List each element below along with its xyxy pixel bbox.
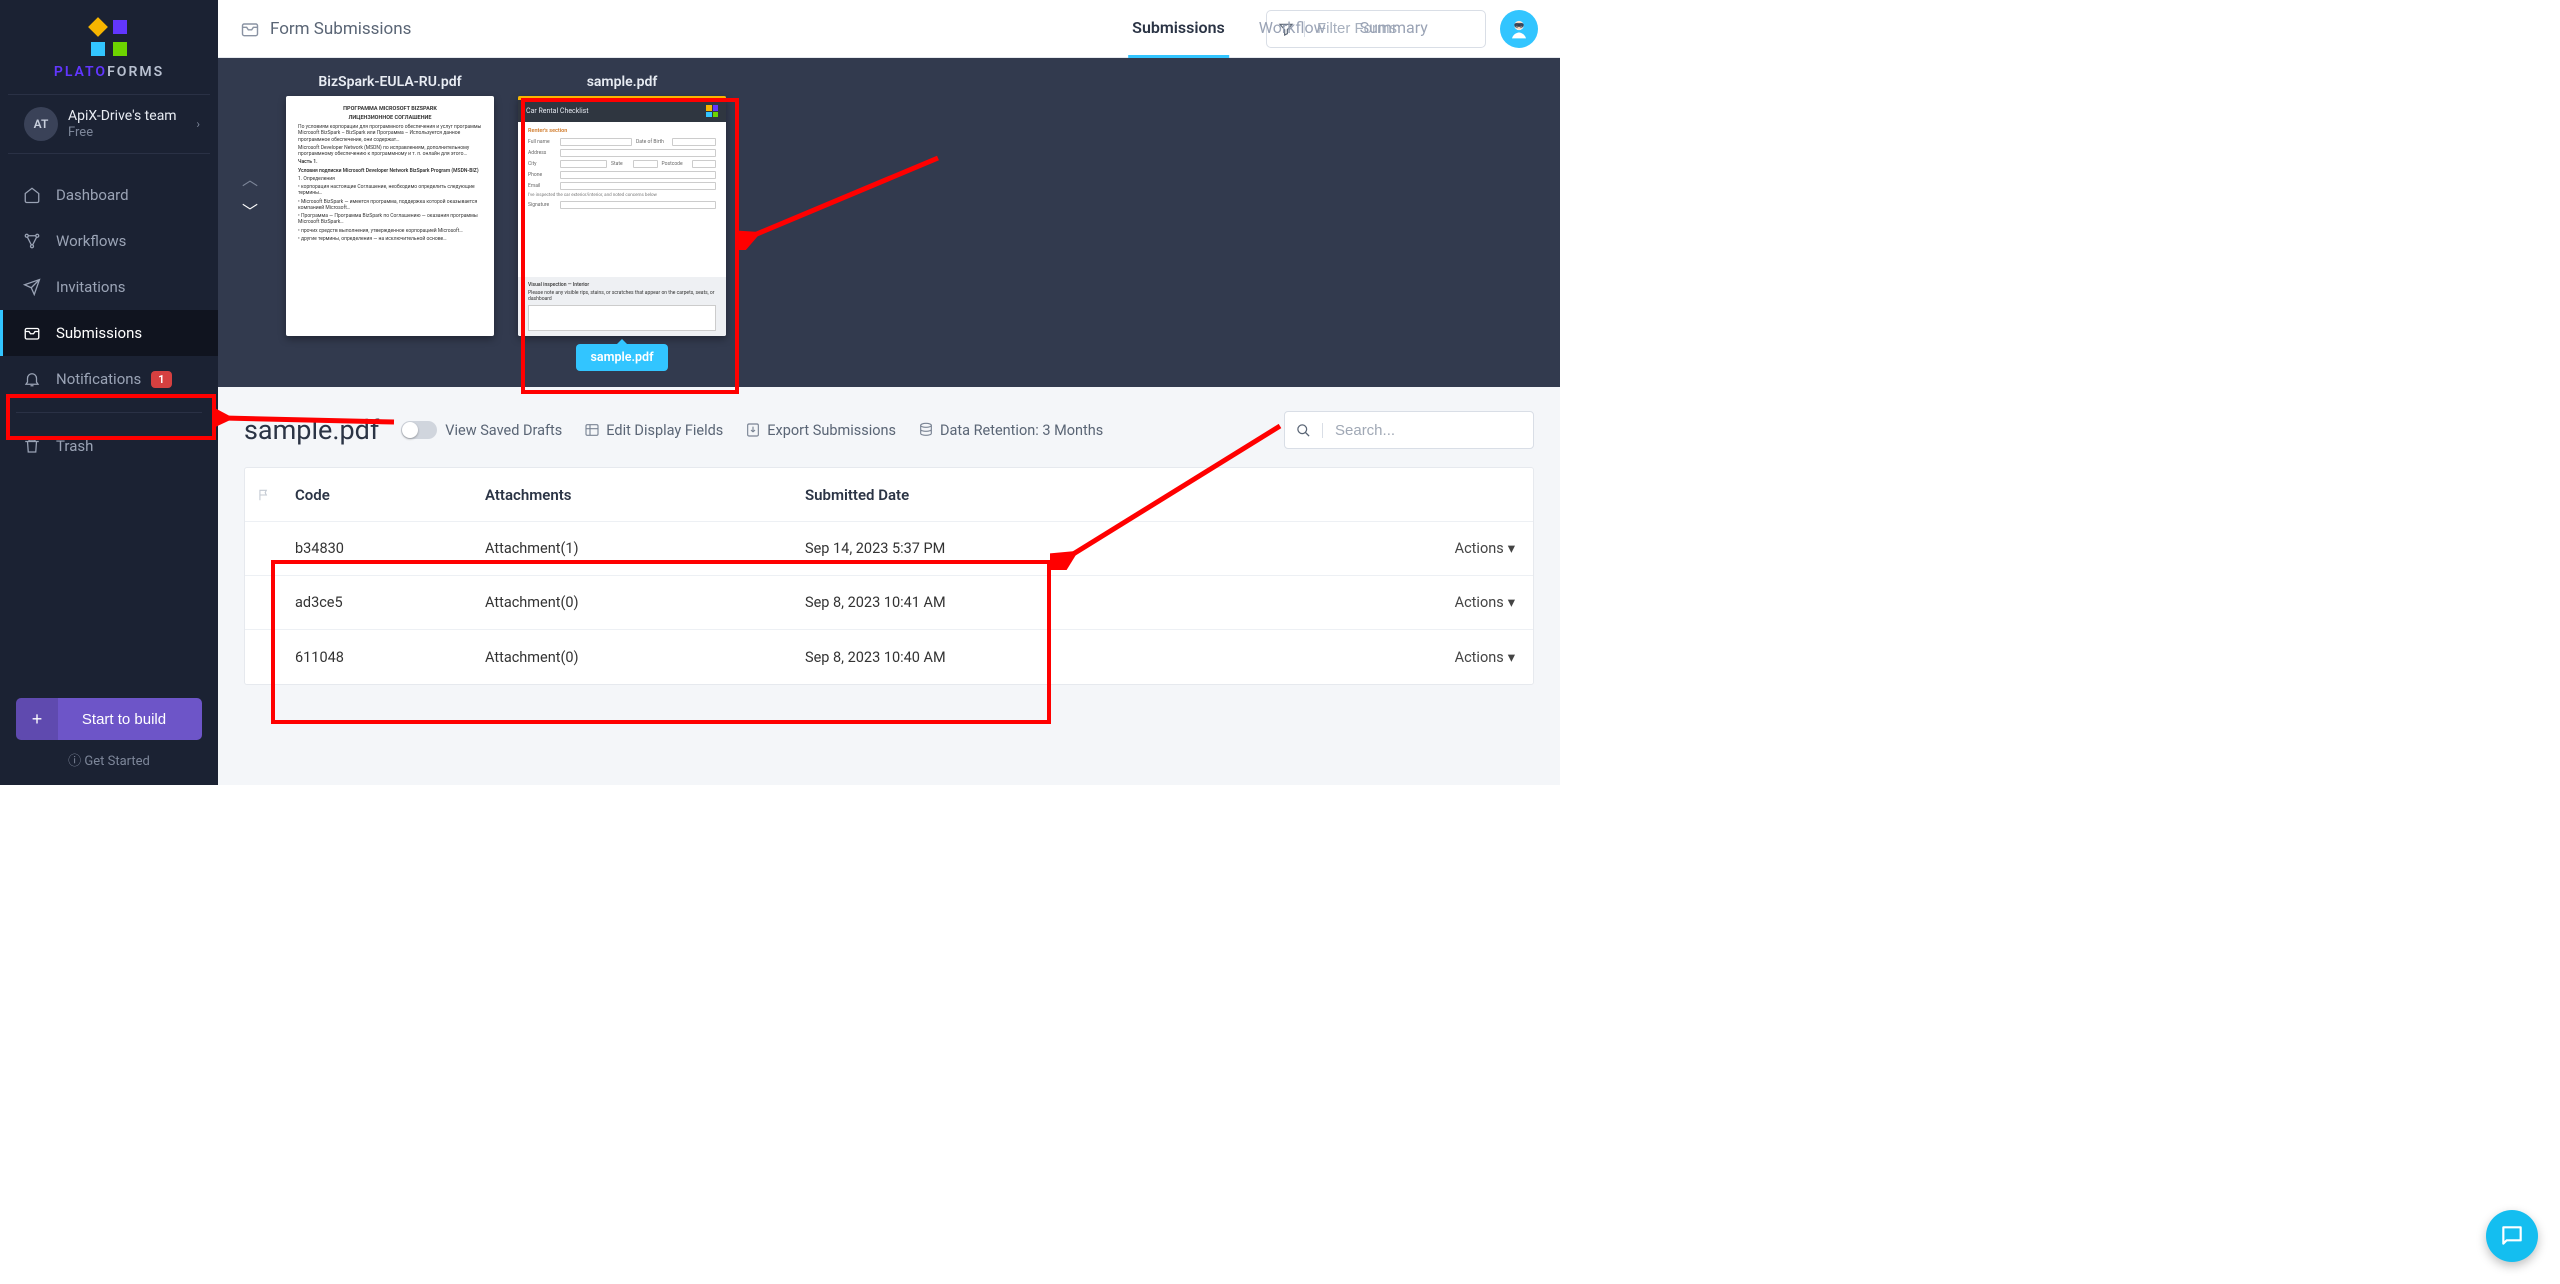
nav-label: Dashboard (56, 186, 129, 204)
team-switcher[interactable]: AT ApiX-Drive's team Free › (8, 94, 210, 154)
topbar-tabs: Submissions Workflow Summary (1128, 0, 1432, 58)
chat-icon (2499, 1223, 2525, 1249)
toggle-switch-icon (401, 421, 437, 439)
submissions-search[interactable] (1284, 411, 1534, 449)
cell-attachment: Attachment(0) (485, 594, 805, 611)
selected-form-tooltip: sample.pdf (576, 344, 667, 371)
chevron-right-icon: › (196, 117, 200, 131)
page-title: Form Submissions (240, 19, 411, 39)
database-icon (918, 422, 934, 438)
table-row[interactable]: b34830 Attachment(1) Sep 14, 2023 5:37 P… (245, 522, 1533, 576)
export-icon (745, 422, 761, 438)
sidebar-item-workflows[interactable]: Workflows (0, 218, 218, 264)
sidebar-item-notifications[interactable]: Notifications 1 (0, 356, 218, 402)
col-code: Code (295, 486, 485, 504)
caret-down-icon: ▾ (1508, 594, 1515, 611)
get-started-link[interactable]: ⓘ Get Started (16, 750, 202, 769)
cell-date: Sep 8, 2023 10:40 AM (805, 649, 1225, 666)
tab-summary[interactable]: Summary (1356, 0, 1432, 58)
form-scroll-arrows: ︿ ﹀ (242, 166, 258, 222)
nav-label: Submissions (56, 324, 142, 342)
start-to-build-button[interactable]: + Start to build (16, 698, 202, 740)
info-icon: ⓘ (68, 754, 81, 769)
cell-code: ad3ce5 (295, 594, 485, 611)
form-thumbnail: Car Rental Checklist Renter's section Fu… (518, 96, 726, 336)
cell-code: 611048 (295, 649, 485, 666)
user-avatar[interactable] (1500, 10, 1538, 48)
form-card-sample[interactable]: sample.pdf Car Rental Checklist Renter's… (518, 74, 726, 371)
nav-label: Invitations (56, 278, 125, 296)
view-saved-drafts-toggle[interactable]: View Saved Drafts (401, 421, 562, 439)
nav-label: Notifications (56, 370, 141, 388)
export-submissions-button[interactable]: Export Submissions (745, 422, 896, 439)
table-row[interactable]: ad3ce5 Attachment(0) Sep 8, 2023 10:41 A… (245, 576, 1533, 630)
sidebar-item-submissions[interactable]: Submissions (0, 310, 218, 356)
chevron-down-icon[interactable]: ﹀ (242, 198, 258, 222)
annotation-arrow-to-sample (738, 150, 948, 250)
chevron-up-icon[interactable]: ︿ (242, 166, 258, 190)
search-input[interactable] (1323, 422, 1533, 439)
notifications-badge: 1 (151, 371, 171, 388)
workflow-icon (22, 231, 42, 251)
nav-label: Workflows (56, 232, 126, 250)
sidebar-nav: Dashboard Workflows Invitations Submissi… (0, 154, 218, 682)
team-avatar: AT (24, 107, 58, 141)
form-card-title: sample.pdf (518, 74, 726, 90)
edit-icon (584, 422, 600, 438)
cell-code: b34830 (295, 540, 485, 557)
avatar-icon (1505, 15, 1533, 43)
team-plan: Free (68, 125, 177, 140)
sidebar-item-invitations[interactable]: Invitations (0, 264, 218, 310)
sidebar: PLATOFORMS AT ApiX-Drive's team Free › D… (0, 0, 218, 785)
tab-workflow[interactable]: Workflow (1255, 0, 1330, 58)
tab-submissions[interactable]: Submissions (1128, 0, 1229, 58)
trash-icon (22, 436, 42, 456)
inbox-icon (22, 323, 42, 343)
topbar: Form Submissions Submissions Workflow Su… (218, 0, 1560, 58)
start-build-label: Start to build (58, 711, 202, 728)
sidebar-footer: + Start to build ⓘ Get Started (0, 682, 218, 785)
row-actions-dropdown[interactable]: Actions ▾ (1427, 594, 1521, 611)
submissions-table: Code Attachments Submitted Date b34830 A… (244, 467, 1534, 685)
col-attachments: Attachments (485, 486, 805, 504)
home-icon (22, 185, 42, 205)
nav-separator (16, 412, 202, 413)
table-header: Code Attachments Submitted Date (245, 468, 1533, 522)
sidebar-item-dashboard[interactable]: Dashboard (0, 172, 218, 218)
form-card-bizspark[interactable]: BizSpark-EULA-RU.pdf ПРОГРАММА MICROSOFT… (286, 74, 494, 336)
sidebar-item-trash[interactable]: Trash (0, 423, 218, 469)
team-name: ApiX-Drive's team (68, 108, 177, 126)
plus-icon: + (16, 698, 58, 740)
bell-icon (22, 369, 42, 389)
annotation-arrow-to-table (1050, 420, 1290, 570)
search-icon (1285, 423, 1323, 438)
brand-name: PLATOFORMS (0, 64, 218, 80)
chat-support-button[interactable] (2486, 1210, 2538, 1262)
main-content: Form Submissions Submissions Workflow Su… (218, 0, 1560, 785)
submissions-panel: sample.pdf View Saved Drafts Edit Displa… (218, 387, 1560, 785)
annotation-arrow-to-nav (214, 396, 404, 436)
caret-down-icon: ▾ (1508, 540, 1515, 557)
inbox-icon (240, 19, 260, 39)
cell-attachment: Attachment(1) (485, 540, 805, 557)
submissions-toolbar: sample.pdf View Saved Drafts Edit Displa… (244, 411, 1534, 449)
brand-logo[interactable]: PLATOFORMS (0, 0, 218, 94)
brand-icon (91, 20, 127, 56)
nav-label: Trash (56, 437, 93, 455)
form-card-title: BizSpark-EULA-RU.pdf (286, 74, 494, 90)
paper-plane-icon (22, 277, 42, 297)
row-actions-dropdown[interactable]: Actions ▾ (1427, 540, 1521, 557)
edit-display-fields-button[interactable]: Edit Display Fields (584, 422, 723, 439)
cell-date: Sep 8, 2023 10:41 AM (805, 594, 1225, 611)
row-actions-dropdown[interactable]: Actions ▾ (1427, 649, 1521, 666)
cell-attachment: Attachment(0) (485, 649, 805, 666)
flag-icon (257, 488, 295, 502)
table-row[interactable]: 611048 Attachment(0) Sep 8, 2023 10:40 A… (245, 630, 1533, 684)
caret-down-icon: ▾ (1508, 649, 1515, 666)
form-thumbnail: ПРОГРАММА MICROSOFT BIZSPARK ЛИЦЕНЗИОННО… (286, 96, 494, 336)
